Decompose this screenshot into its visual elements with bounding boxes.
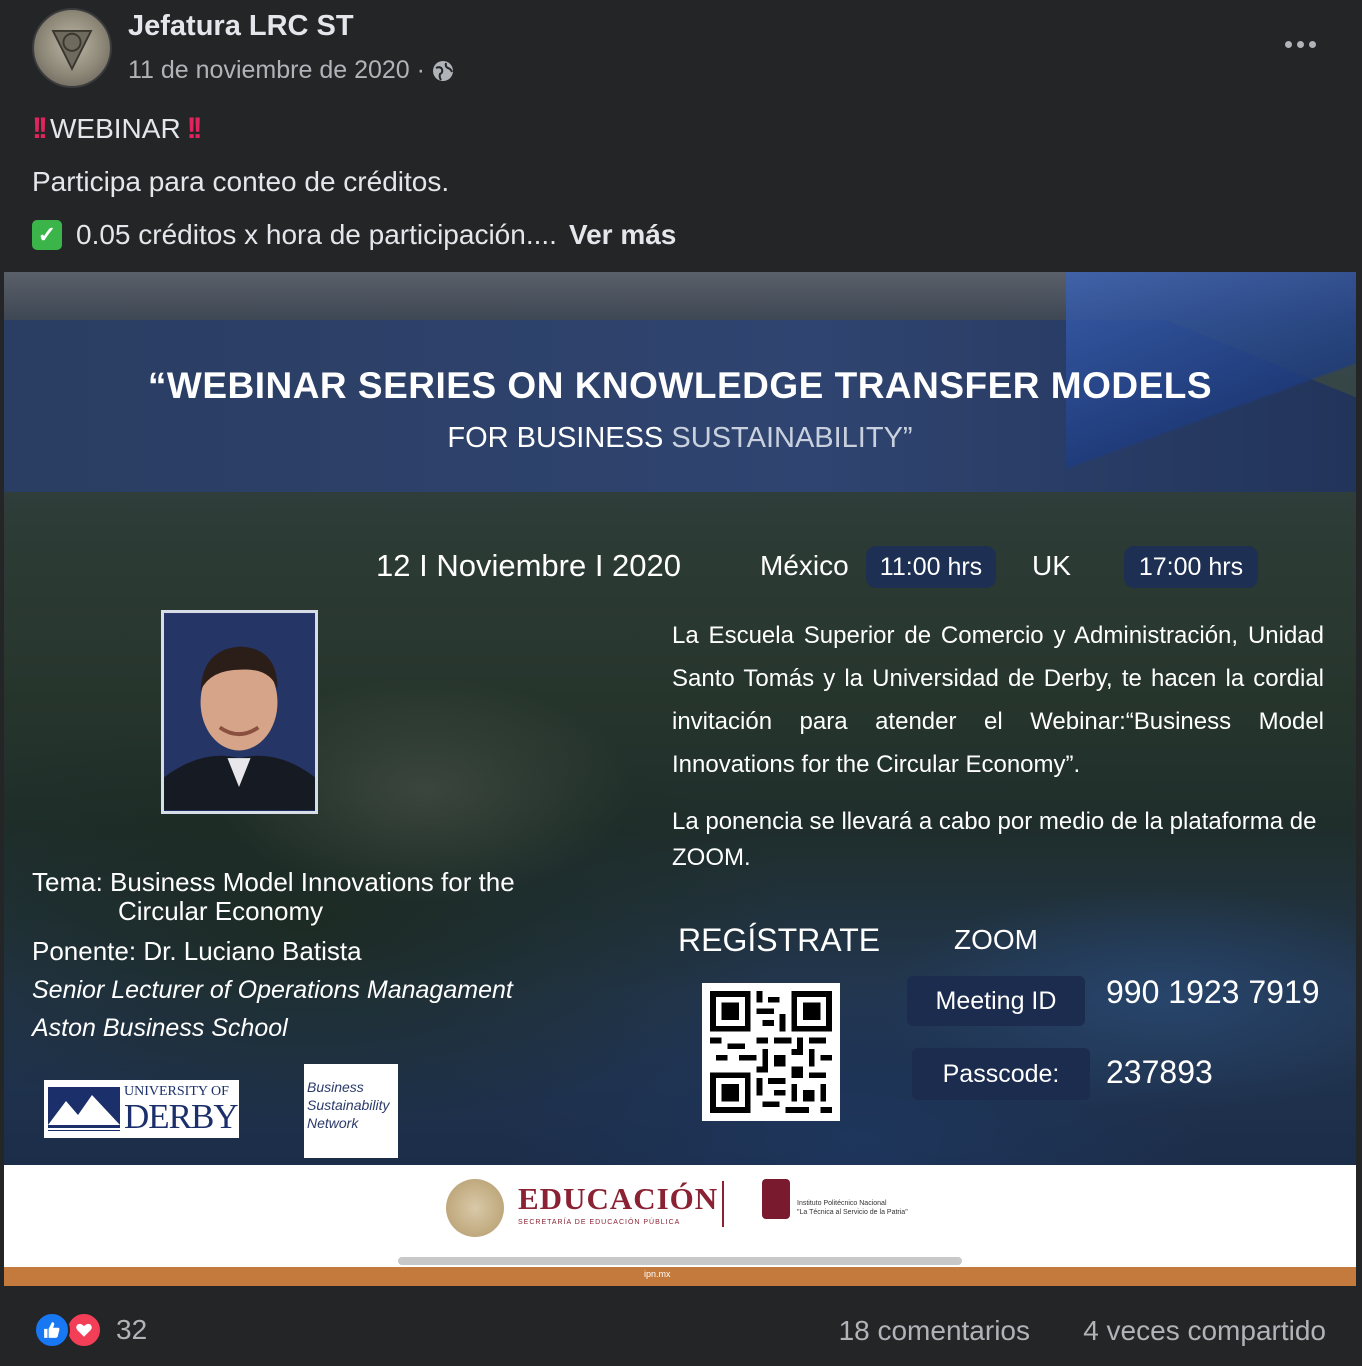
event-date: 12 I Noviembre I 2020 <box>376 548 682 583</box>
more-options-button[interactable] <box>1278 28 1322 60</box>
qr-code-icon <box>702 983 840 1121</box>
educacion-logo-text: EDUCACIÓN <box>518 1181 719 1216</box>
derby-text: UNIVERSITY OF DERBY <box>124 1084 239 1136</box>
like-icon <box>34 1312 70 1348</box>
topic-label: Tema: <box>32 867 103 897</box>
invitation-text: La Escuela Superior de Comercio y Admini… <box>672 622 1324 778</box>
passcode-label: Passcode: <box>912 1048 1090 1100</box>
post-body-text: Participa para conteo de créditos. <box>32 166 450 197</box>
post-text-line: !! WEBINAR !! <box>32 102 1332 155</box>
double-exclamation-icon: !! <box>186 112 203 145</box>
zoom-label: ZOOM <box>954 924 1038 955</box>
post-date[interactable]: 11 de noviembre de 2020 · <box>128 56 425 85</box>
platform-text: La ponencia se llevará a cabo por medio … <box>672 808 1317 871</box>
passcode-value: 237893 <box>1106 1054 1213 1090</box>
mexico-seal-icon <box>446 1179 504 1237</box>
see-more-link[interactable]: Ver más <box>569 208 676 261</box>
shares-count-link[interactable]: 4 veces compartido <box>1083 1315 1326 1347</box>
derby-bottom-text: DERBY <box>124 1096 239 1136</box>
speaker-name: Ponente: Dr. Luciano Batista <box>32 936 362 966</box>
dot-icon <box>1296 40 1304 48</box>
check-mark-icon: ✓ <box>32 219 62 250</box>
post-heading: WEBINAR <box>49 113 181 144</box>
ipn-text: Instituto Politécnico Nacional "La Técni… <box>797 1199 908 1217</box>
logo-separator <box>722 1181 724 1227</box>
image-scrollbar <box>398 1257 962 1265</box>
subtitle-part: FOR BUSINESS <box>447 422 664 454</box>
globe-icon <box>431 59 455 83</box>
dot-icon <box>1284 40 1292 48</box>
time-uk: 17:00 hrs <box>1124 546 1258 588</box>
ipn-name: Instituto Politécnico Nacional <box>797 1200 887 1207</box>
bsn-line: Business <box>307 1079 364 1095</box>
university-of-derby-logo: UNIVERSITY OF DERBY <box>44 1080 239 1138</box>
register-label: REGÍSTRATE <box>678 922 881 958</box>
ipn-motto: "La Técnica al Servicio de la Patria" <box>797 1209 908 1216</box>
reactions-summary[interactable]: 32 <box>34 1312 147 1348</box>
educacion-subtitle: SECRETARÍA DE EDUCACIÓN PÚBLICA <box>518 1219 681 1226</box>
post-header: Jefatura LRC ST 11 de noviembre de 2020 … <box>0 0 1362 100</box>
dot-icon <box>1308 40 1316 48</box>
speaker-title: Senior Lecturer of Operations Managament <box>32 976 513 1004</box>
post-meta: 11 de noviembre de 2020 · <box>128 56 455 85</box>
post-text-line: Participa para conteo de créditos. <box>32 155 1332 208</box>
reaction-count: 32 <box>116 1314 148 1345</box>
country-uk: UK <box>1032 550 1071 581</box>
post-body-text: 0.05 créditos x hora de participación...… <box>76 219 557 250</box>
mountain-icon <box>48 1087 120 1131</box>
flyer-subtitle: FOR BUSINESS SUSTAINABILITY” <box>4 422 1356 455</box>
post-text-line: ✓ 0.05 créditos x hora de participación.… <box>32 208 1332 261</box>
speaker-photo <box>161 610 318 814</box>
post-footer: 32 18 comentarios 4 veces compartido <box>0 1290 1362 1366</box>
comments-count-link[interactable]: 18 comentarios <box>839 1315 1030 1347</box>
double-exclamation-icon: !! <box>32 112 48 145</box>
business-sustainability-network-logo: Business Sustainability Network <box>304 1064 398 1158</box>
post-image[interactable]: “WEBINAR SERIES ON KNOWLEDGE TRANSFER MO… <box>4 272 1356 1286</box>
topic-line: Circular Economy <box>118 896 324 926</box>
ipn-logo-icon <box>762 1179 790 1219</box>
love-icon <box>66 1312 102 1348</box>
topic-line: Business Model Innovations for the <box>110 867 515 897</box>
subtitle-part: SUSTAINABILITY” <box>671 422 913 454</box>
footer-url: ipn.mx <box>644 1269 671 1279</box>
post-text: !! WEBINAR !! Participa para conteo de c… <box>32 102 1332 261</box>
bsn-line: Network <box>307 1115 359 1131</box>
meeting-id-value: 990 1923 7919 <box>1106 974 1320 1010</box>
speaker-school: Aston Business School <box>32 1014 288 1042</box>
flyer-title: “WEBINAR SERIES ON KNOWLEDGE TRANSFER MO… <box>147 365 1213 406</box>
page-avatar[interactable] <box>32 8 112 88</box>
meeting-id-label: Meeting ID <box>907 976 1085 1026</box>
flyer-bottom-strip: ipn.mx <box>4 1267 1356 1286</box>
time-mexico: 11:00 hrs <box>866 546 996 588</box>
country-mexico: México <box>760 550 849 581</box>
author-name[interactable]: Jefatura LRC ST <box>128 10 354 43</box>
bsn-line: Sustainability <box>307 1097 390 1113</box>
topic: Tema: Business Model Innovations for the… <box>32 868 632 926</box>
